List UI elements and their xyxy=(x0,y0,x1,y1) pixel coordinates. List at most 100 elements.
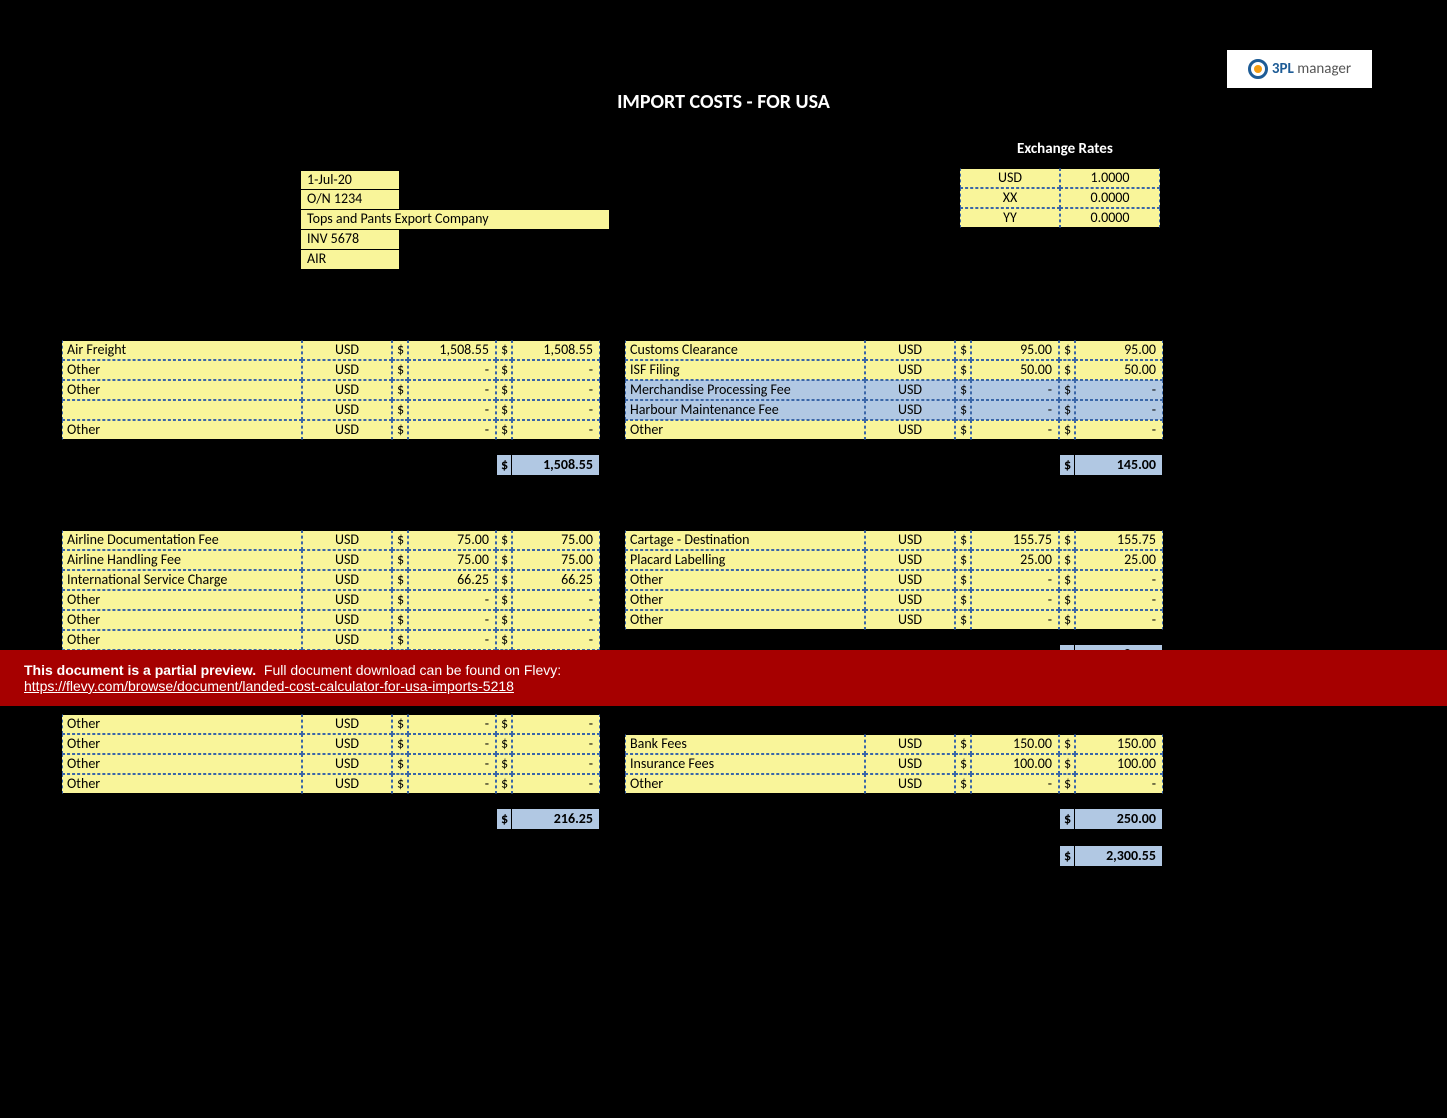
row-desc: Airline Handling Fee xyxy=(62,550,302,570)
row-amt1: - xyxy=(408,400,496,420)
row-amt1: - xyxy=(408,774,496,794)
table-row: Air FreightUSD$1,508.55$1,508.55 xyxy=(62,340,600,360)
row-desc: Other xyxy=(62,754,302,774)
currency-symbol: $ xyxy=(1059,808,1075,830)
row-amt2: 1,508.55 xyxy=(512,340,600,360)
row-amt1: - xyxy=(408,754,496,774)
currency-symbol: $ xyxy=(1059,530,1075,550)
row-amt1: 75.00 xyxy=(408,550,496,570)
airline-fees-table-cont: OtherUSD$-$-OtherUSD$-$-OtherUSD$-$-Othe… xyxy=(62,714,600,794)
subtotal-value: 216.25 xyxy=(512,808,600,830)
currency-symbol: $ xyxy=(392,380,408,400)
currency-symbol: $ xyxy=(955,340,971,360)
currency-symbol: $ xyxy=(496,360,512,380)
table-row: Merchandise Processing FeeUSD$-$- xyxy=(625,380,1163,400)
row-desc: Placard Labelling xyxy=(625,550,865,570)
row-ccy: USD xyxy=(302,550,392,570)
currency-symbol: $ xyxy=(955,360,971,380)
table-row: OtherUSD$-$- xyxy=(62,380,600,400)
exchange-rates-table: USD 1.0000 XX 0.0000 YY 0.0000 xyxy=(960,168,1160,228)
hdr-order: O/N 1234 xyxy=(300,190,400,210)
table-row: Harbour Maintenance FeeUSD$-$- xyxy=(625,400,1163,420)
row-desc: Air Freight xyxy=(62,340,302,360)
currency-symbol: $ xyxy=(1059,774,1075,794)
currency-symbol: $ xyxy=(1059,380,1075,400)
row-ccy: USD xyxy=(865,734,955,754)
row-amt2: 25.00 xyxy=(1075,550,1163,570)
currency-symbol: $ xyxy=(496,754,512,774)
row-amt1: - xyxy=(408,590,496,610)
row-ccy: USD xyxy=(302,420,392,440)
currency-symbol: $ xyxy=(392,550,408,570)
row-amt2: - xyxy=(512,380,600,400)
row-amt2: - xyxy=(512,610,600,630)
currency-symbol: $ xyxy=(955,754,971,774)
currency-symbol: $ xyxy=(392,774,408,794)
table-row: OtherUSD$-$- xyxy=(625,420,1163,440)
row-amt1: - xyxy=(408,714,496,734)
customs-table: Customs ClearanceUSD$95.00$95.00ISF Fili… xyxy=(625,340,1163,440)
row-amt2: 150.00 xyxy=(1075,734,1163,754)
currency-symbol: $ xyxy=(496,714,512,734)
row-amt1: - xyxy=(971,420,1059,440)
table-row: Airline Documentation FeeUSD$75.00$75.00 xyxy=(62,530,600,550)
row-ccy: USD xyxy=(302,774,392,794)
currency-symbol: $ xyxy=(392,570,408,590)
row-ccy: USD xyxy=(865,610,955,630)
currency-symbol: $ xyxy=(496,400,512,420)
table-row: Cartage - DestinationUSD$155.75$155.75 xyxy=(625,530,1163,550)
row-amt2: - xyxy=(512,774,600,794)
customs-subtotal: $ 145.00 xyxy=(1059,454,1163,476)
row-desc: Airline Documentation Fee xyxy=(62,530,302,550)
row-ccy: USD xyxy=(865,550,955,570)
row-desc: Other xyxy=(62,610,302,630)
shipment-header: 1-Jul-20 O/N 1234 Tops and Pants Export … xyxy=(300,170,610,270)
xr-rate: 0.0000 xyxy=(1060,208,1160,228)
subtotal-value: 145.00 xyxy=(1075,454,1163,476)
row-desc: Other xyxy=(62,380,302,400)
row-amt2: 50.00 xyxy=(1075,360,1163,380)
row-amt2: - xyxy=(1075,400,1163,420)
row-desc: Other xyxy=(625,610,865,630)
table-row: ISF FilingUSD$50.00$50.00 xyxy=(625,360,1163,380)
misc-subtotal: $ 250.00 xyxy=(1059,808,1163,830)
currency-symbol: $ xyxy=(1059,454,1075,476)
currency-symbol: $ xyxy=(955,774,971,794)
preview-banner: This document is a partial preview. Full… xyxy=(0,650,1447,706)
row-ccy: USD xyxy=(865,360,955,380)
row-amt2: - xyxy=(512,630,600,650)
row-desc: Merchandise Processing Fee xyxy=(625,380,865,400)
row-amt2: 95.00 xyxy=(1075,340,1163,360)
currency-symbol: $ xyxy=(955,530,971,550)
row-amt1: 25.00 xyxy=(971,550,1059,570)
currency-symbol: $ xyxy=(392,340,408,360)
row-ccy: USD xyxy=(865,400,955,420)
row-amt1: - xyxy=(408,360,496,380)
banner-link[interactable]: https://flevy.com/browse/document/landed… xyxy=(24,678,514,694)
row-ccy: USD xyxy=(865,340,955,360)
row-amt2: 155.75 xyxy=(1075,530,1163,550)
row-desc xyxy=(62,400,302,420)
row-desc: Other xyxy=(625,774,865,794)
row-ccy: USD xyxy=(302,630,392,650)
row-amt2: - xyxy=(512,400,600,420)
row-desc: Other xyxy=(62,630,302,650)
row-amt2: - xyxy=(512,714,600,734)
misc-table: Bank FeesUSD$150.00$150.00Insurance Fees… xyxy=(625,734,1163,794)
table-row: OtherUSD$-$- xyxy=(62,590,600,610)
logo-icon xyxy=(1248,59,1268,79)
currency-symbol: $ xyxy=(1059,754,1075,774)
row-ccy: USD xyxy=(302,530,392,550)
row-ccy: USD xyxy=(302,754,392,774)
row-ccy: USD xyxy=(302,400,392,420)
subtotal-value: 250.00 xyxy=(1075,808,1163,830)
row-amt1: - xyxy=(971,380,1059,400)
row-amt1: - xyxy=(408,734,496,754)
currency-symbol: $ xyxy=(496,530,512,550)
freight-table: Air FreightUSD$1,508.55$1,508.55OtherUSD… xyxy=(62,340,600,440)
row-amt2: - xyxy=(1075,570,1163,590)
row-ccy: USD xyxy=(865,530,955,550)
logo-3pl-manager: 3PL manager xyxy=(1227,50,1372,88)
row-amt2: - xyxy=(512,360,600,380)
xr-ccy: USD xyxy=(960,168,1060,188)
